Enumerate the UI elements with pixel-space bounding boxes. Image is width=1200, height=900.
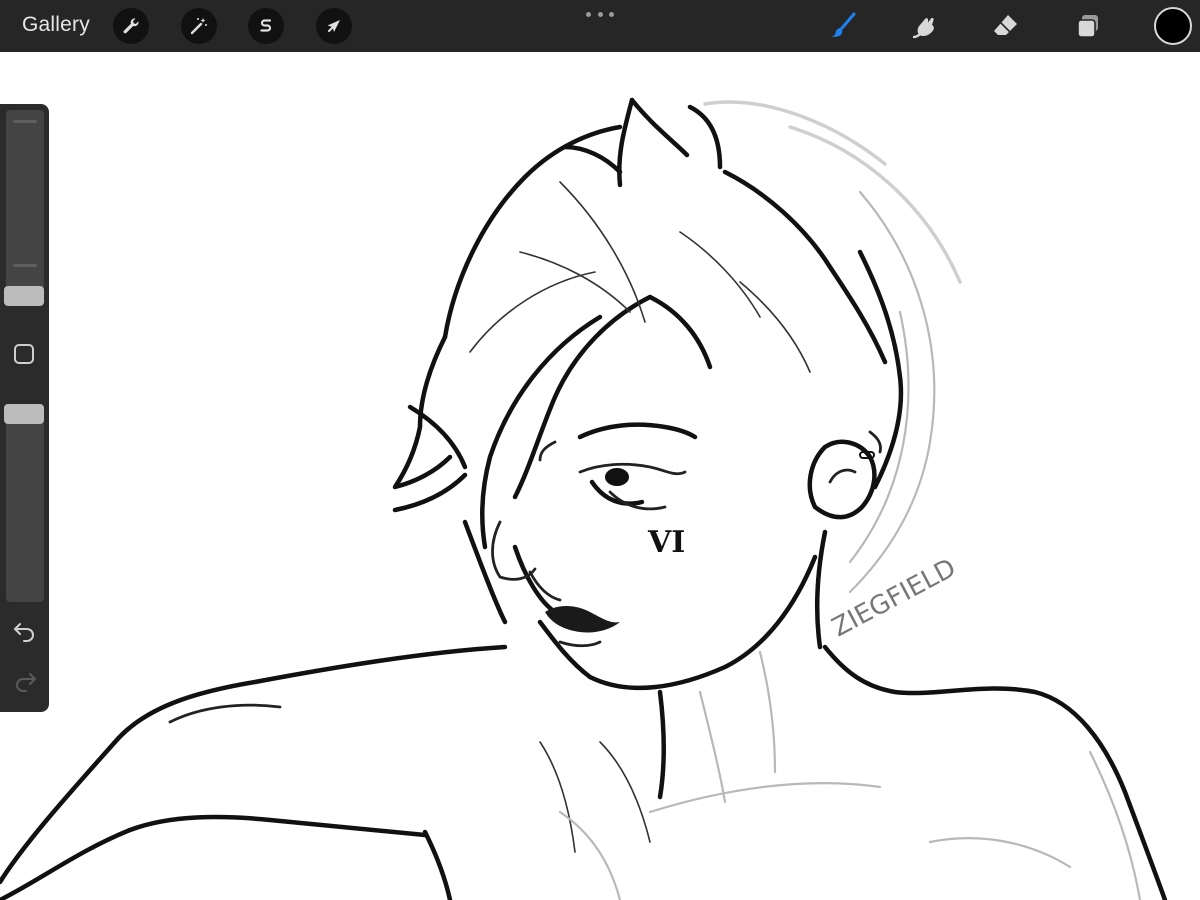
gallery-button[interactable]: Gallery	[22, 13, 90, 37]
selection-button[interactable]	[248, 8, 284, 44]
arrow-cursor-icon	[327, 20, 340, 32]
dot-icon	[586, 11, 591, 17]
signature-text: ZIEGFIELD	[827, 553, 961, 643]
dot-icon	[597, 11, 603, 17]
eraser-icon	[994, 15, 1017, 35]
drawing-canvas[interactable]: VI ZIEGFIELD	[0, 52, 1200, 900]
color-picker-button[interactable]	[1154, 7, 1192, 45]
transform-button[interactable]	[316, 8, 352, 44]
smudge-tool-button[interactable]	[905, 6, 945, 46]
top-toolbar: Gallery	[0, 0, 1200, 52]
line-art-drawing: VI ZIEGFIELD	[0, 97, 1168, 900]
more-options-handle[interactable]	[586, 6, 614, 22]
brush-icon	[831, 12, 856, 37]
layers-icon	[1077, 15, 1098, 38]
eraser-tool-button[interactable]	[985, 6, 1025, 46]
dot-icon	[609, 11, 614, 17]
smudge-icon	[912, 17, 934, 39]
magic-wand-icon	[190, 18, 207, 35]
wrench-icon	[123, 18, 139, 34]
adjustments-button[interactable]	[181, 8, 217, 44]
actions-button[interactable]	[113, 8, 149, 44]
layers-tool-button[interactable]	[1068, 6, 1108, 46]
brush-tool-button[interactable]	[824, 6, 864, 46]
selection-s-icon	[260, 19, 272, 32]
face-mark-text: VI	[647, 525, 685, 560]
